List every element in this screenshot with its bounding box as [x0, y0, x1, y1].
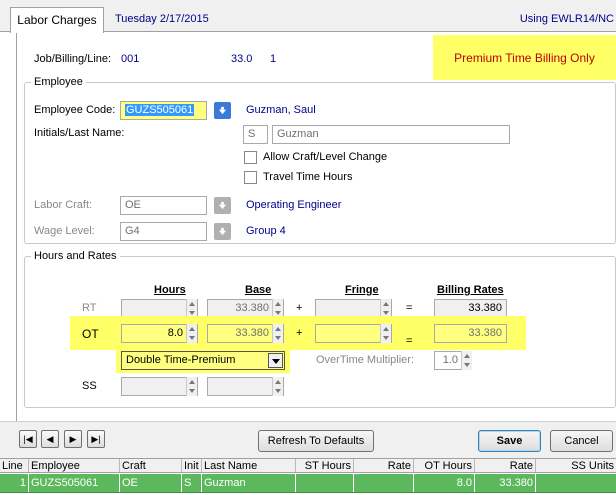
grid-col-st-hours[interactable]: ST Hours [296, 459, 354, 472]
allow-craft-checkbox[interactable] [244, 151, 257, 164]
wage-level-input[interactable]: G4 [120, 222, 207, 241]
header-date: Tuesday 2/17/2015 [115, 13, 209, 25]
ot-type-select[interactable]: Double Time-Premium [121, 351, 285, 370]
refresh-defaults-button[interactable]: Refresh To Defaults [258, 430, 374, 452]
ot-label: OT [82, 327, 99, 341]
job-billing-line-label: Job/Billing/Line: [34, 53, 112, 65]
arrow-down-icon [218, 106, 227, 115]
employee-code-label: Employee Code: [34, 104, 116, 116]
wage-level-label: Wage Level: [34, 225, 95, 237]
labor-craft-desc: Operating Engineer [246, 199, 342, 211]
wage-level-desc: Group 4 [246, 225, 286, 237]
nav-first-button[interactable]: |◀ [19, 430, 37, 448]
nav-last-button[interactable]: ▶| [87, 430, 105, 448]
ot-multiplier-label: OverTime Multiplier: [316, 354, 414, 366]
ss-hours-spinner[interactable] [186, 377, 197, 396]
cell-st-rate [354, 474, 414, 492]
ot-base-spinner[interactable] [272, 324, 283, 343]
cell-ot-rate: 33.380 [475, 474, 536, 492]
cell-craft: OE [120, 474, 182, 492]
ss-base-spinner[interactable] [272, 377, 283, 396]
col-billing-header: Billing Rates [437, 284, 504, 296]
grid-col-ot-rate[interactable]: Rate [475, 459, 536, 472]
arrow-down-icon [218, 201, 227, 210]
travel-time-checkbox[interactable] [244, 171, 257, 184]
grid-col-last-name[interactable]: Last Name [202, 459, 296, 472]
premium-billing-notice: Premium Time Billing Only [433, 35, 616, 80]
billing-number: 33.0 [231, 53, 253, 65]
rt-equals: = [406, 302, 413, 314]
ot-equals: = [406, 335, 413, 347]
chevron-down-icon[interactable] [268, 353, 283, 368]
bottom-toolbar: |◀ ◀ ▶ ▶| Refresh To Defaults Save Cance… [0, 421, 616, 458]
grid-col-craft[interactable]: Craft [120, 459, 182, 472]
header-using: Using EWLR14/NC [519, 13, 614, 25]
allow-craft-label: Allow Craft/Level Change [263, 151, 388, 163]
tab-labor-charges[interactable]: Labor Charges [10, 7, 104, 33]
cell-last-name: Guzman [202, 474, 296, 492]
employee-code-input[interactable]: GUZS505061 [120, 101, 207, 120]
ot-plus: + [296, 327, 303, 339]
ot-multiplier-spinner[interactable] [461, 351, 472, 370]
travel-time-label: Travel Time Hours [263, 171, 353, 183]
ot-multiplier-input[interactable]: 1.0 [434, 351, 462, 370]
grid-col-ot-hours[interactable]: OT Hours [414, 459, 475, 472]
cell-ot-hours: 8.0 [414, 474, 475, 492]
cell-st-hours [296, 474, 354, 492]
grid-col-st-rate[interactable]: Rate [354, 459, 414, 472]
grid-col-ss-units[interactable]: SS Units [536, 459, 616, 472]
initials-lastname-label: Initials/Last Name: [34, 127, 125, 139]
col-base-header: Base [245, 284, 272, 296]
hours-rates-group-title: Hours and Rates [31, 250, 120, 262]
last-name-input[interactable]: Guzman [272, 125, 510, 144]
ot-fringe-spinner[interactable] [380, 324, 391, 343]
rt-label: RT [82, 302, 97, 314]
labor-craft-label: Labor Craft: [34, 199, 93, 211]
nav-prev-button[interactable]: ◀ [41, 430, 59, 448]
save-button[interactable]: Save [478, 430, 541, 452]
ot-billing-rate: 33.380 [434, 324, 507, 343]
initials-input[interactable]: S [243, 125, 268, 144]
rt-plus: + [296, 302, 303, 314]
grid-col-line[interactable]: Line [0, 459, 29, 472]
col-hours-header: Hours [154, 284, 186, 296]
arrow-down-icon [218, 227, 227, 236]
cell-employee: GUZS505061 [29, 474, 120, 492]
grid-col-employee[interactable]: Employee [29, 459, 120, 472]
col-fringe-header: Fringe [345, 284, 379, 296]
line-number: 1 [270, 53, 277, 65]
employee-lookup-button[interactable] [214, 102, 231, 119]
employee-name-display: Guzman, Saul [246, 104, 316, 116]
cancel-button[interactable]: Cancel [550, 430, 613, 452]
nav-next-button[interactable]: ▶ [64, 430, 82, 448]
grid-col-init[interactable]: Init [182, 459, 202, 472]
wage-lookup-button[interactable] [214, 223, 231, 240]
labor-craft-input[interactable]: OE [120, 196, 207, 215]
tab-strip: Labor Charges Tuesday 2/17/2015 Using EW… [0, 0, 616, 33]
ot-type-value: Double Time-Premium [126, 354, 236, 366]
cell-line: 1 [0, 474, 29, 492]
craft-lookup-button[interactable] [214, 197, 231, 214]
job-number: 001 [121, 53, 140, 65]
cell-init: S [182, 474, 202, 492]
employee-group-title: Employee [31, 76, 86, 88]
ot-hours-spinner[interactable] [186, 324, 197, 343]
grid-header: Line Employee Craft Init Last Name ST Ho… [0, 458, 616, 473]
cell-ss-units [536, 474, 616, 492]
ss-label: SS [82, 380, 97, 392]
employee-code-value: GUZS505061 [125, 104, 195, 116]
table-row[interactable]: 1 GUZS505061 OE S Guzman 8.0 33.380 [0, 474, 616, 493]
